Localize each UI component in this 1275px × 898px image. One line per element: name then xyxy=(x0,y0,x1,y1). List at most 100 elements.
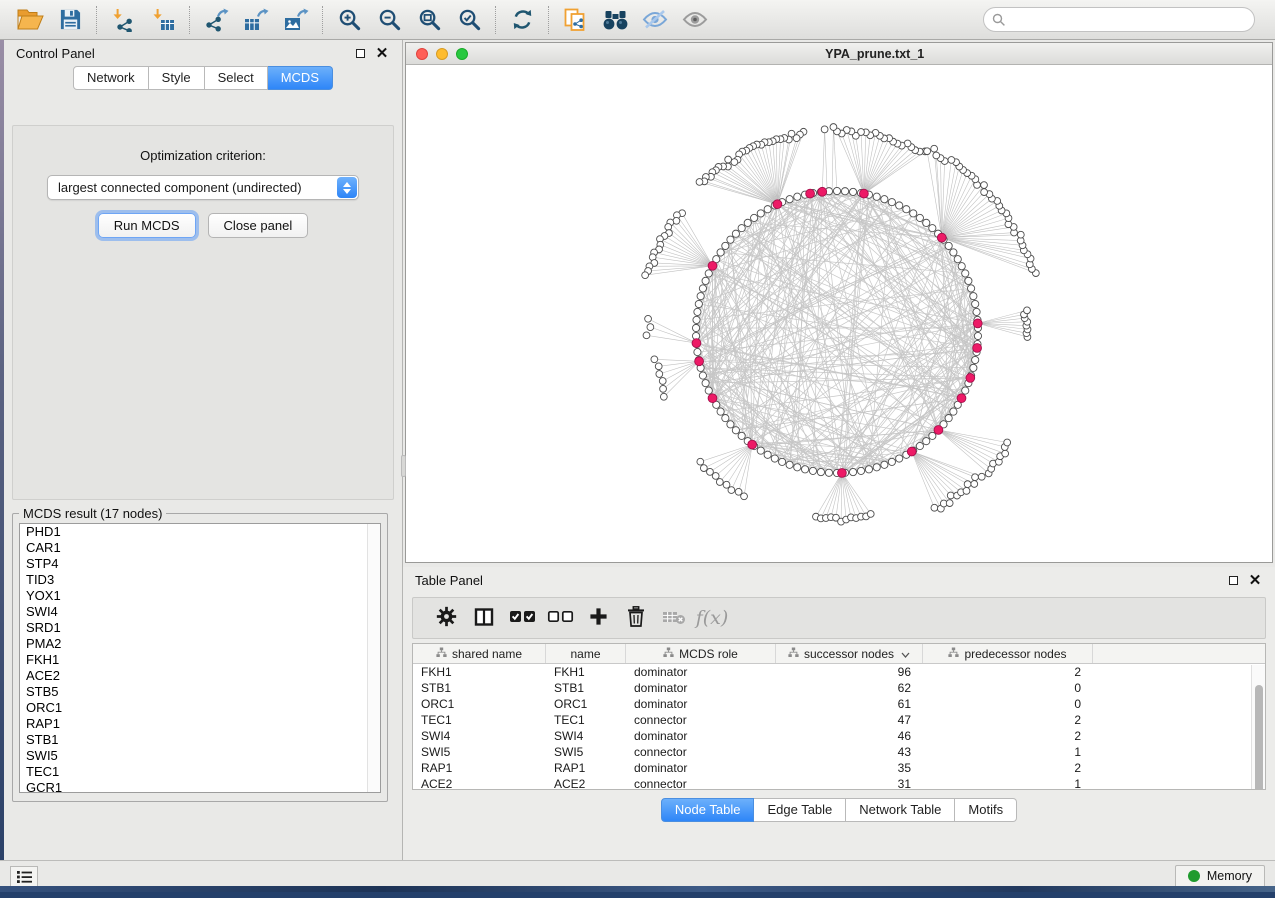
table-row[interactable]: SWI5SWI5connector431 xyxy=(413,744,1265,760)
tab-select[interactable]: Select xyxy=(205,66,268,90)
close-mcds-panel-button[interactable]: Close panel xyxy=(208,213,309,238)
window-close-icon[interactable] xyxy=(416,48,428,60)
result-item[interactable]: ACE2 xyxy=(20,668,380,684)
result-item[interactable]: SWI4 xyxy=(20,604,380,620)
splitter-handle[interactable] xyxy=(401,455,406,477)
select-all-checks-button[interactable] xyxy=(503,601,541,635)
mcds-tab-content: Optimization criterion: largest connecte… xyxy=(12,125,394,500)
float-panel-button[interactable] xyxy=(352,45,368,61)
table-tab-motifs[interactable]: Motifs xyxy=(955,798,1017,822)
network-graph[interactable] xyxy=(406,66,1268,562)
deselect-all-checks-button[interactable] xyxy=(541,601,579,635)
show-panels-button[interactable] xyxy=(10,866,38,888)
result-item[interactable]: RAP1 xyxy=(20,716,380,732)
attribute-tree-icon xyxy=(663,647,674,661)
zoom-fit-button[interactable] xyxy=(409,4,449,36)
table-close-button[interactable]: ✕ xyxy=(1247,572,1263,588)
function-builder-disabled-button: f(x) xyxy=(693,601,731,635)
result-item[interactable]: GCR1 xyxy=(20,780,380,793)
settings-icon xyxy=(436,606,457,630)
zoom-out-button[interactable] xyxy=(369,4,409,36)
column-header-shared-name[interactable]: shared name xyxy=(413,644,546,663)
find-button[interactable] xyxy=(595,4,635,36)
table-tab-node-table[interactable]: Node Table xyxy=(661,798,755,822)
result-item[interactable]: STB1 xyxy=(20,732,380,748)
result-item[interactable]: SRD1 xyxy=(20,620,380,636)
list-icon xyxy=(16,870,33,884)
column-header-successor-nodes[interactable]: successor nodes xyxy=(776,644,923,663)
hide-selected-button[interactable] xyxy=(635,4,675,36)
zoom-selected-button[interactable] xyxy=(449,4,489,36)
search-box[interactable] xyxy=(983,7,1255,32)
search-input[interactable] xyxy=(1011,12,1246,27)
table-row[interactable]: ORC1ORC1dominator610 xyxy=(413,696,1265,712)
add-column-button[interactable] xyxy=(579,601,617,635)
column-header-name[interactable]: name xyxy=(546,644,626,663)
sort-desc-icon xyxy=(901,647,910,661)
find-binoculars-icon xyxy=(602,9,629,31)
table-row[interactable]: ACE2ACE2connector311 xyxy=(413,776,1265,790)
result-item[interactable]: STP4 xyxy=(20,556,380,572)
export-network-button[interactable] xyxy=(196,4,236,36)
result-item[interactable]: PMA2 xyxy=(20,636,380,652)
table-row[interactable]: SWI4SWI4dominator462 xyxy=(413,728,1265,744)
table-tab-edge-table[interactable]: Edge Table xyxy=(754,798,846,822)
table-panel-title: Table Panel xyxy=(415,573,1219,588)
open-file-button[interactable] xyxy=(10,4,50,36)
export-table-icon xyxy=(243,8,270,32)
run-mcds-button[interactable]: Run MCDS xyxy=(98,213,196,238)
cell-predecessor-nodes: 2 xyxy=(923,728,1093,744)
close-panel-button[interactable]: ✕ xyxy=(374,45,390,61)
result-item[interactable]: ORC1 xyxy=(20,700,380,716)
table-row[interactable]: RAP1RAP1dominator352 xyxy=(413,760,1265,776)
table-float-button[interactable] xyxy=(1225,572,1241,588)
table-scrollbar-thumb[interactable] xyxy=(1255,685,1263,790)
tab-style[interactable]: Style xyxy=(149,66,205,90)
column-header-MCDS-role[interactable]: MCDS role xyxy=(626,644,776,663)
window-zoom-icon[interactable] xyxy=(456,48,468,60)
delete-column-button[interactable] xyxy=(617,601,655,635)
result-item[interactable]: FKH1 xyxy=(20,652,380,668)
result-item[interactable]: TEC1 xyxy=(20,764,380,780)
network-window-title: YPA_prune.txt_1 xyxy=(825,47,924,61)
columns-button[interactable] xyxy=(465,601,503,635)
tab-network[interactable]: Network xyxy=(73,66,149,90)
cell-MCDS-role: connector xyxy=(626,776,776,790)
zoom-in-button[interactable] xyxy=(329,4,369,36)
cell-successor-nodes: 43 xyxy=(776,744,923,760)
table-row[interactable]: STB1STB1dominator620 xyxy=(413,680,1265,696)
duplicate-network-button[interactable] xyxy=(555,4,595,36)
network-window-titlebar[interactable]: YPA_prune.txt_1 xyxy=(406,43,1272,65)
delete-column-icon xyxy=(627,606,645,630)
result-item[interactable]: CAR1 xyxy=(20,540,380,556)
table-row[interactable]: FKH1FKH1dominator962 xyxy=(413,664,1265,680)
search-icon xyxy=(992,13,1006,27)
save-session-button[interactable] xyxy=(50,4,90,36)
table-tab-network-table[interactable]: Network Table xyxy=(846,798,955,822)
network-canvas[interactable] xyxy=(406,66,1272,562)
show-all-button[interactable] xyxy=(675,4,715,36)
result-item[interactable]: PHD1 xyxy=(20,524,380,540)
tab-mcds[interactable]: MCDS xyxy=(268,66,333,90)
import-table-button[interactable] xyxy=(143,4,183,36)
memory-button[interactable]: Memory xyxy=(1175,865,1265,888)
result-item[interactable]: STB5 xyxy=(20,684,380,700)
window-minimize-icon[interactable] xyxy=(436,48,448,60)
import-network-button[interactable] xyxy=(103,4,143,36)
result-item[interactable]: TID3 xyxy=(20,572,380,588)
select-all-checks-icon xyxy=(509,609,536,627)
optimization-criterion-select[interactable]: largest connected component (undirected) xyxy=(47,175,359,200)
settings-button[interactable] xyxy=(427,601,465,635)
result-item[interactable]: SWI5 xyxy=(20,748,380,764)
refresh-view-button[interactable] xyxy=(502,4,542,36)
mcds-result-list[interactable]: PHD1CAR1STP4TID3YOX1SWI4SRD1PMA2FKH1ACE2… xyxy=(19,523,381,793)
result-item[interactable]: YOX1 xyxy=(20,588,380,604)
application-window: Control Panel ✕ NetworkStyleSelectMCDS O… xyxy=(0,0,1275,892)
export-table-button[interactable] xyxy=(236,4,276,36)
column-header-predecessor-nodes[interactable]: predecessor nodes xyxy=(923,644,1093,663)
node-table[interactable]: shared namenameMCDS rolesuccessor nodesp… xyxy=(412,643,1266,790)
export-image-button[interactable] xyxy=(276,4,316,36)
result-list-scrollbar[interactable] xyxy=(367,524,380,792)
table-scrollbar[interactable] xyxy=(1251,665,1265,789)
table-row[interactable]: TEC1TEC1connector472 xyxy=(413,712,1265,728)
